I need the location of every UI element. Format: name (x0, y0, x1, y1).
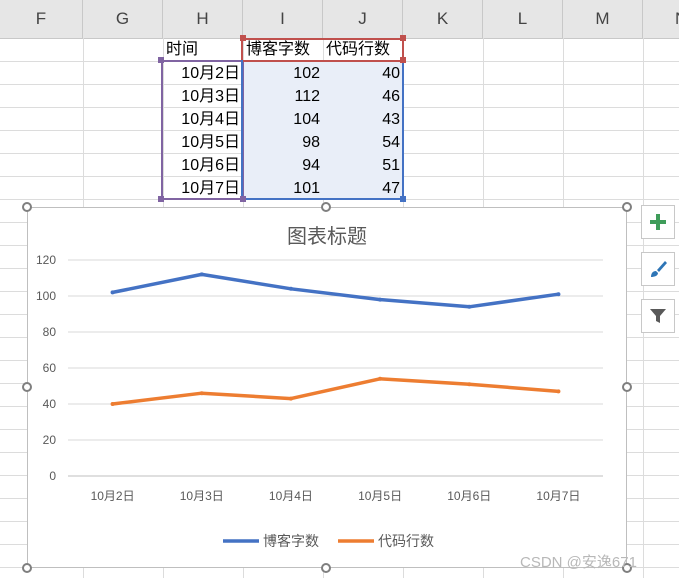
header-cell-time[interactable]: 时间 (163, 38, 243, 61)
range-resize-handle[interactable] (240, 196, 246, 202)
range-resize-handle[interactable] (240, 35, 246, 41)
column-header-n[interactable]: N (643, 0, 679, 38)
chart-title[interactable]: 图表标题 (287, 225, 367, 248)
y-tick-label: 40 (43, 397, 57, 411)
chart-resize-handle-top[interactable] (321, 202, 331, 212)
column-header-i[interactable]: I (243, 0, 323, 38)
data-point[interactable] (378, 376, 383, 381)
chart-styles-button[interactable] (641, 252, 675, 286)
chart-resize-handle-bottom-left[interactable] (22, 563, 32, 573)
data-point[interactable] (467, 304, 472, 309)
legend-label[interactable]: 代码行数 (378, 533, 434, 549)
plot-area[interactable] (110, 272, 561, 406)
data-point[interactable] (556, 389, 561, 394)
brush-icon (651, 261, 667, 277)
column-header-j[interactable]: J (323, 0, 403, 38)
y-axis-labels: 0 20 40 60 80 100 120 (36, 253, 56, 483)
data-point[interactable] (288, 396, 293, 401)
chart-resize-handle-top-right[interactable] (622, 202, 632, 212)
y-tick-label: 80 (43, 325, 57, 339)
chart-resize-handle-top-left[interactable] (22, 202, 32, 212)
range-resize-handle[interactable] (158, 196, 164, 202)
range-resize-handle[interactable] (400, 196, 406, 202)
y-tick-label: 100 (36, 289, 56, 303)
column-header-g[interactable]: G (83, 0, 163, 38)
x-tick-label: 10月4日 (269, 489, 313, 503)
legend[interactable]: 博客字数 代码行数 (223, 533, 434, 549)
data-point[interactable] (110, 290, 115, 295)
column-header-l[interactable]: L (483, 0, 563, 38)
y-tick-label: 120 (36, 253, 56, 267)
series-line[interactable] (110, 272, 561, 309)
data-point[interactable] (556, 292, 561, 297)
x-tick-label: 10月5日 (358, 489, 402, 503)
data-point[interactable] (288, 286, 293, 291)
x-tick-label: 10月3日 (180, 489, 224, 503)
chart-resize-handle-bottom[interactable] (321, 563, 331, 573)
x-tick-label: 10月6日 (447, 489, 491, 503)
data-point[interactable] (199, 391, 204, 396)
chart-resize-handle-left[interactable] (22, 382, 32, 392)
plus-icon (650, 214, 666, 230)
y-tick-label: 60 (43, 361, 57, 375)
x-axis-labels: 10月2日 10月3日 10月4日 10月5日 10月6日 10月7日 (91, 489, 581, 503)
series-line[interactable] (110, 377, 561, 406)
range-resize-handle[interactable] (400, 57, 406, 63)
filter-icon (650, 309, 666, 323)
column-header-f[interactable]: F (0, 0, 83, 38)
line-chart[interactable]: 图表标题 0 20 40 60 80 100 120 10月2日 10月3日 10月4日 10月5… (27, 207, 627, 568)
chart-elements-button[interactable] (641, 205, 675, 239)
column-header-k[interactable]: K (403, 0, 483, 38)
chart-resize-handle-right[interactable] (622, 382, 632, 392)
series-name-range-selection[interactable] (241, 38, 404, 62)
range-resize-handle[interactable] (400, 35, 406, 41)
data-point[interactable] (110, 402, 115, 406)
x-tick-label: 10月2日 (91, 489, 135, 503)
legend-label[interactable]: 博客字数 (263, 533, 319, 549)
data-point[interactable] (199, 272, 204, 277)
watermark-text: CSDN @安逸671 (520, 554, 637, 571)
values-range-selection[interactable] (241, 60, 404, 200)
data-point[interactable] (378, 297, 383, 302)
column-header-m[interactable]: M (563, 0, 643, 38)
data-point[interactable] (467, 382, 472, 387)
gridlines (68, 259, 603, 477)
column-header-bar: F G H I J K L M N (0, 0, 679, 39)
x-tick-label: 10月7日 (536, 489, 580, 503)
column-header-h[interactable]: H (163, 0, 243, 38)
y-tick-label: 20 (43, 433, 57, 447)
y-tick-label: 0 (49, 469, 56, 483)
chart-canvas: 图表标题 0 20 40 60 80 100 120 10月2日 10月3日 10月4日 10月5… (36, 225, 603, 549)
range-resize-handle[interactable] (158, 57, 164, 63)
category-range-selection[interactable] (161, 60, 244, 200)
chart-filters-button[interactable] (641, 299, 675, 333)
